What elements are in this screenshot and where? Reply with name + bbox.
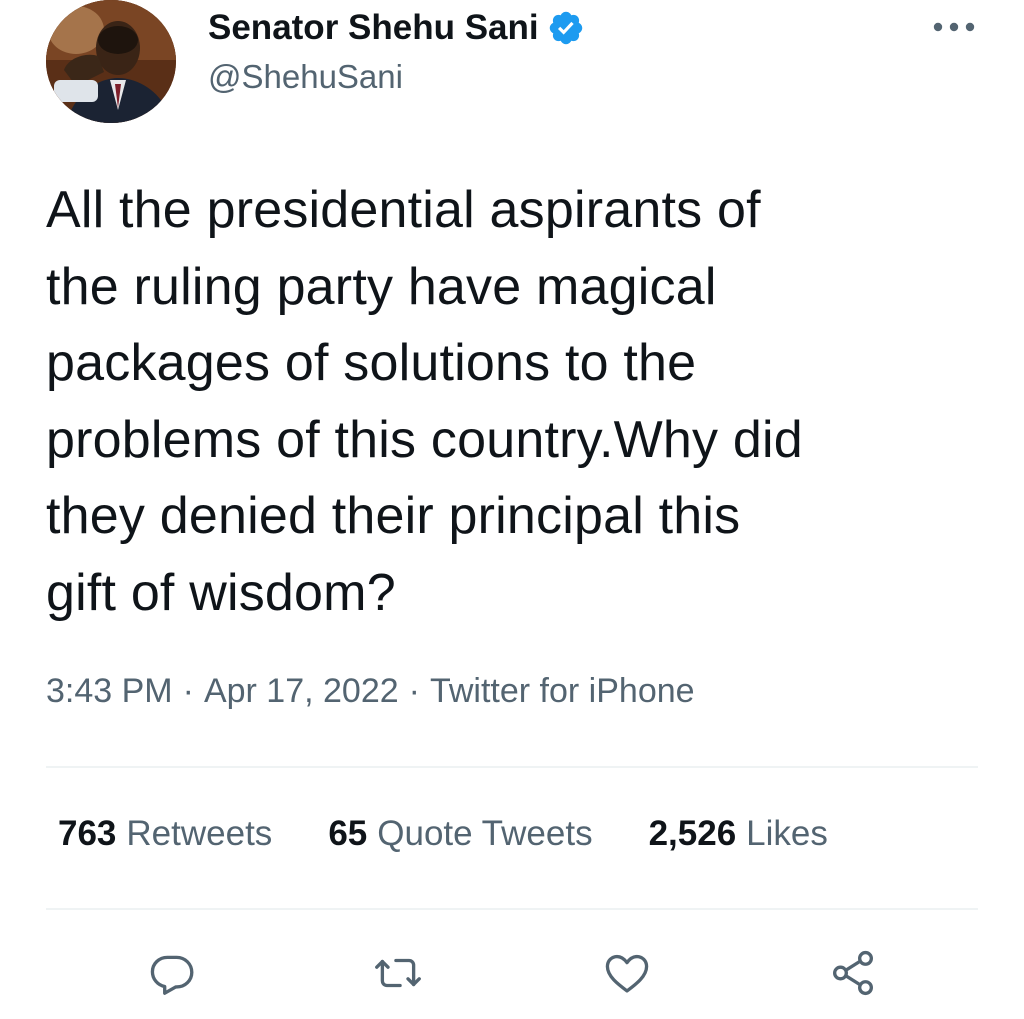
author-name-row: Senator Shehu Sani — [208, 6, 585, 50]
tweet-text-line: packages of solutions to the — [46, 334, 697, 392]
reply-button[interactable] — [145, 946, 199, 1000]
profile-photo-icon — [46, 0, 176, 123]
retweets-label: Retweets — [126, 814, 273, 853]
meta-separator: · — [408, 672, 420, 710]
author-handle[interactable]: @ShehuSani — [208, 58, 403, 96]
tweet-stats: 763 Retweets 65 Quote Tweets 2,526 Likes — [58, 814, 828, 854]
reply-icon — [150, 955, 194, 995]
tweet-meta: 3:43 PM · Apr 17, 2022 · Twitter for iPh… — [46, 672, 695, 711]
tweet-text-line: they denied their principal this — [46, 487, 741, 545]
tweet-source[interactable]: Twitter for iPhone — [430, 672, 695, 711]
like-button[interactable] — [600, 946, 654, 1000]
divider — [46, 766, 978, 768]
meta-separator: · — [182, 672, 194, 710]
quote-tweets-stat[interactable]: 65 Quote Tweets — [328, 814, 592, 854]
tweet-time[interactable]: 3:43 PM — [46, 672, 173, 711]
author-name[interactable]: Senator Shehu Sani — [208, 8, 539, 48]
retweet-icon — [375, 958, 421, 988]
heart-icon — [605, 954, 649, 993]
tweet-detail: Senator Shehu Sani @ShehuSani All the pr… — [0, 0, 1024, 1019]
likes-stat[interactable]: 2,526 Likes — [649, 814, 828, 854]
tweet-text-line: All the presidential aspirants of — [46, 181, 761, 239]
share-icon — [833, 950, 873, 996]
retweet-button[interactable] — [371, 946, 425, 1000]
tweet-text-line: gift of wisdom? — [46, 563, 396, 622]
retweets-stat[interactable]: 763 Retweets — [58, 814, 272, 854]
tweet-text: All the presidential aspirants of the ru… — [46, 172, 986, 631]
likes-label: Likes — [746, 814, 828, 853]
verified-badge-icon — [547, 9, 585, 47]
share-button[interactable] — [826, 946, 880, 1000]
retweets-count: 763 — [58, 814, 117, 853]
tweet-text-line: problems of this country.Why did — [46, 410, 803, 469]
more-options-icon[interactable] — [930, 12, 978, 42]
quote-tweets-count: 65 — [328, 814, 368, 853]
divider — [46, 908, 978, 910]
likes-count: 2,526 — [648, 814, 737, 853]
tweet-actions — [0, 946, 1024, 1000]
tweet-text-line: the ruling party have magical — [46, 257, 717, 316]
avatar[interactable] — [46, 0, 176, 123]
quote-tweets-label: Quote Tweets — [377, 814, 593, 853]
tweet-date[interactable]: Apr 17, 2022 — [204, 672, 399, 711]
